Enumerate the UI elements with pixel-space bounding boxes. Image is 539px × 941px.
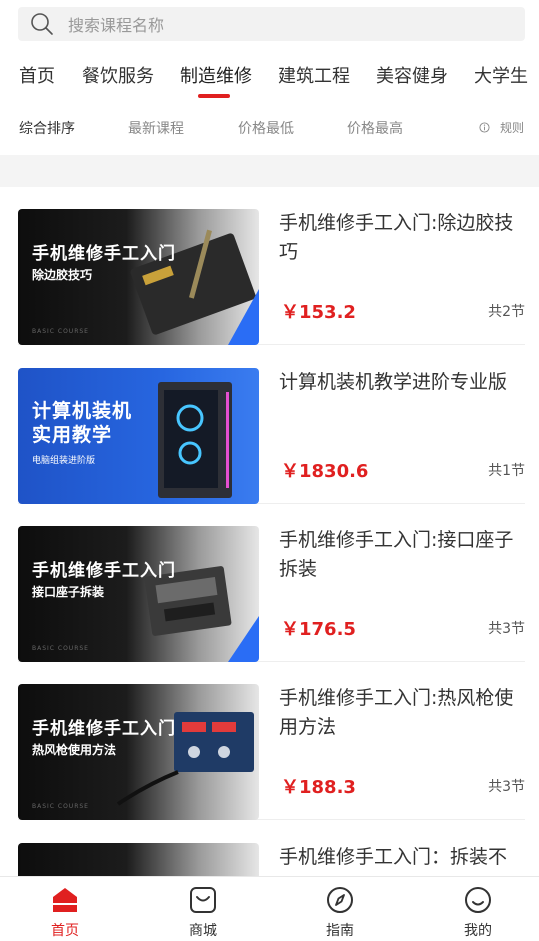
lesson-count: 共2节 — [488, 304, 525, 320]
nav-guide-label: 指南 — [326, 923, 354, 939]
thumb-title: 手机维修手工入门 — [32, 561, 176, 581]
thumb-subtitle: 除边胶技巧 — [32, 268, 93, 282]
course-price: ￥153.2 — [281, 302, 356, 323]
tab-construction[interactable]: 建筑工程 — [278, 62, 350, 88]
course-title[interactable]: 手机维修手工入门：拆装不 — [279, 843, 529, 872]
course-item[interactable]: 手机维修手工入门 除边胶技巧 BASIC COURSE 手机维修手工入门:除边胶… — [18, 187, 525, 345]
tab-home[interactable]: 首页 — [19, 62, 55, 88]
thumb-subtitle: 接口座子拆装 — [32, 585, 105, 599]
info-icon — [479, 122, 490, 133]
thumb-title: 手机维修手工入门 — [32, 719, 176, 739]
section-divider — [0, 155, 539, 187]
tab-manufacturing-repair[interactable]: 制造维修 — [180, 62, 252, 88]
course-price: ￥188.3 — [281, 777, 356, 798]
course-title[interactable]: 手机维修手工入门:热风枪使用方法 — [279, 684, 525, 742]
search-icon — [31, 13, 53, 35]
nav-profile-label: 我的 — [464, 923, 492, 939]
course-thumbnail: 计算机装机 实用教学 电脑组装进阶版 — [18, 368, 259, 504]
bottom-nav: 首页 商城 指南 我的 — [0, 876, 539, 941]
search-input[interactable]: 搜索课程名称 — [68, 12, 164, 36]
nav-home[interactable]: 首页 — [35, 885, 95, 940]
nav-home-label: 首页 — [51, 923, 79, 939]
nav-shop[interactable]: 商城 — [173, 885, 233, 940]
compass-icon — [327, 887, 353, 913]
course-item[interactable]: 手机维修手工入门 热风枪使用方法 BASIC COURSE 手机维修手工入门:热… — [18, 662, 525, 820]
rule-link[interactable]: 规则 — [479, 119, 524, 136]
shop-icon — [190, 887, 216, 913]
search-bar[interactable]: 搜索课程名称 — [18, 7, 525, 41]
tab-college[interactable]: 大学生 — [474, 62, 528, 88]
thumb-small-text: BASIC COURSE — [32, 645, 89, 652]
course-thumbnail: 手机维修手工入门 接口座子拆装 BASIC COURSE — [18, 526, 259, 662]
thumb-title-line2: 实用教学 — [32, 424, 113, 446]
sort-price-high[interactable]: 价格最高 — [347, 118, 403, 138]
sort-newest[interactable]: 最新课程 — [128, 118, 184, 138]
tab-beauty-fitness[interactable]: 美容健身 — [376, 62, 448, 88]
thumb-title: 手机维修手工入门 — [32, 244, 176, 264]
nav-guide[interactable]: 指南 — [310, 885, 370, 940]
course-thumbnail: 手机维修手工入门 热风枪使用方法 BASIC COURSE — [18, 684, 259, 820]
thumb-small-text: BASIC COURSE — [32, 803, 89, 810]
course-title[interactable]: 手机维修手工入门:除边胶技巧 — [279, 209, 525, 267]
thumb-title: 计算机装机 — [32, 400, 133, 422]
course-item[interactable]: 计算机装机 实用教学 电脑组装进阶版 计算机装机教学进阶专业版 ￥1830.6 … — [18, 346, 525, 504]
sort-bar: 综合排序 最新课程 价格最低 价格最高 规则 — [0, 116, 539, 142]
thumb-subtitle: 热风枪使用方法 — [32, 743, 117, 757]
thumb-subtitle: 电脑组装进阶版 — [32, 456, 96, 466]
lesson-count: 共3节 — [488, 779, 525, 795]
home-icon — [53, 888, 77, 912]
course-title[interactable]: 手机维修手工入门:接口座子拆装 — [279, 526, 525, 584]
course-title[interactable]: 计算机装机教学进阶专业版 — [279, 368, 525, 397]
thumb-small-text: BASIC COURSE — [32, 328, 89, 335]
course-thumbnail: 手机维修手工入门 除边胶技巧 BASIC COURSE — [18, 209, 259, 345]
active-tab-indicator — [198, 94, 230, 98]
sort-price-low[interactable]: 价格最低 — [238, 118, 294, 138]
nav-shop-label: 商城 — [189, 923, 217, 939]
course-price: ￥1830.6 — [281, 461, 369, 482]
course-price: ￥176.5 — [281, 619, 356, 640]
rule-label: 规则 — [500, 121, 525, 135]
course-item[interactable]: 手机维修手工入门 接口座子拆装 BASIC COURSE 手机维修手工入门:接口… — [18, 504, 525, 662]
lesson-count: 共3节 — [488, 621, 525, 637]
profile-icon — [465, 887, 491, 913]
category-tabs: 首页 餐饮服务 制造维修 建筑工程 美容健身 大学生 — [0, 58, 539, 102]
sort-comprehensive[interactable]: 综合排序 — [19, 118, 75, 138]
tab-catering[interactable]: 餐饮服务 — [82, 62, 154, 88]
nav-profile[interactable]: 我的 — [448, 885, 508, 940]
lesson-count: 共1节 — [488, 463, 525, 479]
